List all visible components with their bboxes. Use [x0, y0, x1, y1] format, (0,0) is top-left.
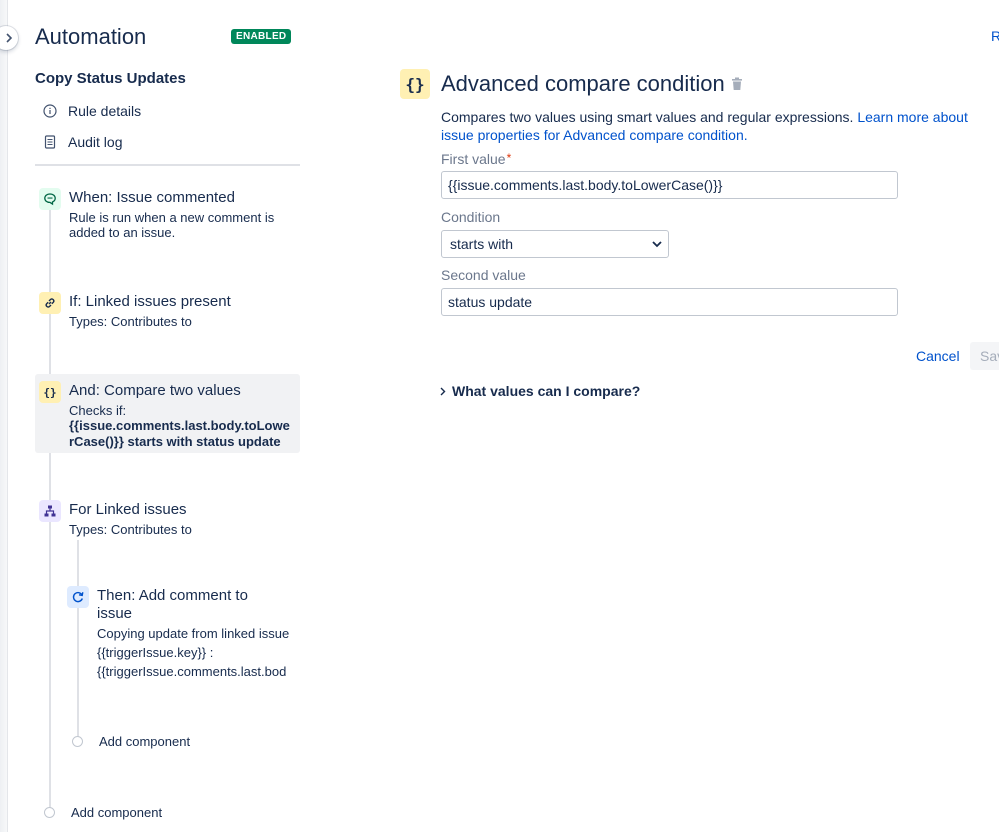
step-description-value: rCase()}} starts with status update — [69, 434, 281, 449]
required-marker: * — [506, 151, 512, 165]
nav-item-label: Audit log — [68, 134, 123, 150]
document-icon — [43, 135, 57, 149]
condition-select[interactable]: starts with — [441, 230, 669, 258]
second-value-input[interactable] — [441, 288, 898, 316]
link-icon — [39, 292, 61, 314]
step-condition-linked-issues[interactable]: If: Linked issues present Types: Contrib… — [35, 292, 300, 334]
comment-icon — [39, 188, 61, 210]
cancel-button[interactable]: Cancel — [910, 344, 966, 368]
step-title: Then: Add comment to — [97, 587, 248, 604]
step-description: Types: Contributes to — [69, 522, 192, 537]
step-description: {{triggerIssue.comments.last.bod — [97, 664, 287, 679]
add-dot-icon — [72, 736, 83, 747]
step-description: {{triggerIssue.key}} : — [97, 645, 214, 660]
second-value-label: Second value — [441, 267, 526, 283]
add-component-outer-button[interactable]: Add component — [44, 805, 162, 820]
step-description: Checks if: — [69, 403, 127, 418]
step-condition-compare[interactable]: {} And: Compare two values Checks if: {{… — [35, 381, 300, 451]
chevron-right-icon — [440, 387, 446, 395]
left-rail — [0, 0, 8, 832]
step-description-value: {{issue.comments.last.body.toLowe — [69, 418, 290, 433]
step-title: When: Issue commented — [69, 189, 235, 206]
add-component-label: Add component — [99, 734, 191, 749]
trash-icon[interactable] — [731, 77, 743, 96]
first-value-input[interactable] — [441, 171, 898, 199]
save-button[interactable]: Sav — [970, 342, 999, 370]
first-value-label-text: First value — [441, 151, 506, 167]
step-description: Copying update from linked issue — [97, 626, 290, 641]
step-action-add-comment[interactable]: Then: Add comment to issue Copying updat… — [63, 586, 303, 681]
rule-name: Copy Status Updates — [35, 70, 186, 87]
condition-label: Condition — [441, 209, 501, 225]
top-right-link[interactable]: R — [991, 28, 999, 44]
step-description: Types: Contributes to — [69, 314, 192, 329]
chevron-right-icon — [6, 33, 13, 43]
step-trigger[interactable]: When: Issue commented Rule is run when a… — [35, 188, 300, 248]
step-title: If: Linked issues present — [69, 293, 231, 310]
detail-title: Advanced compare condition — [441, 71, 725, 96]
expand-sidebar-button[interactable] — [0, 26, 18, 50]
divider — [35, 164, 300, 166]
page-title: Automation — [35, 24, 147, 49]
step-description: Rule is run when a new comment is — [69, 210, 275, 225]
detail-description: Compares two values using smart values a… — [441, 108, 986, 144]
add-dot-icon — [44, 807, 55, 818]
condition-selected-value: starts with — [450, 236, 514, 252]
nav-item-audit-log[interactable]: Audit log — [43, 134, 122, 150]
nav-item-label: Rule details — [68, 103, 142, 119]
chevron-down-icon — [652, 240, 662, 247]
step-title: And: Compare two values — [69, 382, 241, 399]
what-values-expander[interactable]: What values can I compare? — [440, 383, 640, 399]
add-component-label: Add component — [71, 805, 163, 820]
info-icon — [43, 104, 57, 118]
hierarchy-icon — [39, 500, 61, 522]
nav-item-rule-details[interactable]: Rule details — [43, 103, 141, 119]
add-component-inner-button[interactable]: Add component — [72, 734, 190, 749]
refresh-icon — [67, 586, 89, 608]
step-branch-linked-issues[interactable]: For Linked issues Types: Contributes to — [35, 500, 300, 542]
step-description: added to an issue. — [69, 225, 176, 240]
first-value-label: First value* — [441, 151, 511, 167]
expander-label: What values can I compare? — [452, 383, 641, 399]
status-badge: ENABLED — [231, 29, 292, 44]
braces-icon: {} — [39, 381, 61, 403]
detail-description-text: Compares two values using smart values a… — [441, 109, 858, 125]
braces-icon: {} — [400, 69, 430, 99]
step-title: For Linked issues — [69, 501, 187, 518]
step-title: issue — [97, 605, 133, 622]
